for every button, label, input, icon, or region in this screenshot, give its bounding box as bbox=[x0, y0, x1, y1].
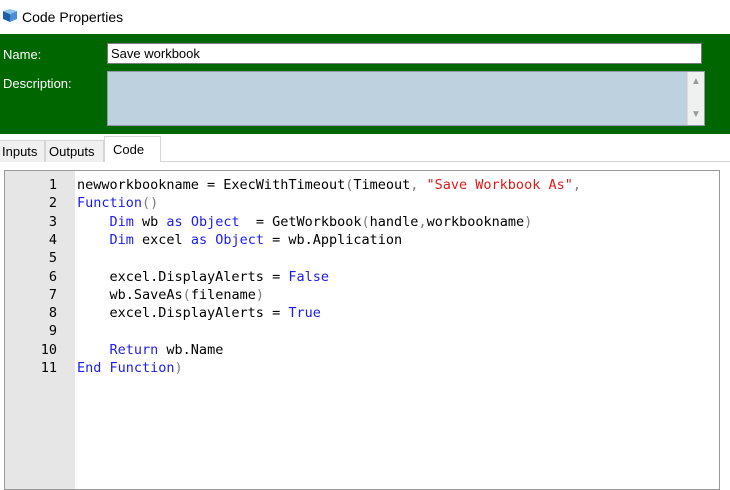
code-line[interactable]: 4 Dim excel as Object = wb.Application bbox=[5, 231, 719, 249]
code-text: newworkbookname = ExecWithTimeout(Timeou… bbox=[77, 176, 581, 194]
description-label: Description: bbox=[3, 76, 72, 91]
line-number: 2 bbox=[48, 195, 57, 212]
code-line[interactable]: 3 Dim wb as Object = GetWorkbook(handle,… bbox=[5, 213, 719, 231]
code-string: "Save Workbook As" bbox=[426, 177, 573, 193]
code-line[interactable]: 8 excel.DisplayAlerts = True bbox=[5, 304, 719, 322]
line-number: 6 bbox=[48, 268, 57, 285]
code-token: ) bbox=[524, 213, 533, 230]
code-text: excel.DisplayAlerts = False bbox=[77, 268, 329, 286]
code-keyword: Dim bbox=[109, 213, 134, 230]
code-token: = GetWorkbook bbox=[239, 213, 362, 230]
line-number: 3 bbox=[48, 213, 57, 230]
line-number: 7 bbox=[48, 286, 57, 303]
description-textarea[interactable]: ▲ ▼ bbox=[107, 71, 705, 126]
window-title: Code Properties bbox=[22, 9, 124, 25]
line-number: 8 bbox=[48, 305, 57, 322]
code-text: Dim excel as Object = wb.Application bbox=[77, 231, 403, 249]
code-line[interactable]: 2 Function() bbox=[5, 194, 719, 212]
line-number: 10 bbox=[40, 341, 57, 358]
title-bar: Code Properties bbox=[0, 0, 730, 34]
code-keyword: Return bbox=[109, 341, 159, 358]
code-token: ( bbox=[361, 213, 370, 230]
code-token: filename bbox=[190, 286, 256, 303]
code-keyword: True bbox=[288, 305, 321, 322]
line-number: 5 bbox=[48, 250, 57, 267]
code-line[interactable]: 9 bbox=[5, 322, 719, 340]
scroll-up-icon[interactable]: ▲ bbox=[688, 73, 704, 91]
code-token: , bbox=[418, 213, 427, 230]
line-number: 9 bbox=[48, 323, 57, 340]
code-keyword: False bbox=[288, 268, 329, 285]
code-line[interactable]: 11 End Function) bbox=[5, 359, 719, 377]
tab-code[interactable]: Code bbox=[104, 136, 161, 162]
code-keyword: Object bbox=[215, 231, 264, 248]
code-line[interactable]: 10 Return wb.Name bbox=[5, 341, 719, 359]
name-input[interactable] bbox=[107, 43, 702, 64]
code-token: workbookname bbox=[426, 213, 525, 230]
tab-strip: Inputs Outputs Code bbox=[0, 134, 730, 162]
code-keyword: Dim bbox=[109, 231, 134, 248]
code-token: , bbox=[572, 177, 581, 193]
tab-outputs[interactable]: Outputs bbox=[45, 140, 104, 162]
code-text: Function() bbox=[77, 194, 158, 212]
code-token: ) bbox=[174, 360, 183, 376]
code-token: wb.SaveAs bbox=[77, 286, 183, 303]
code-text: End Function) bbox=[77, 359, 183, 377]
code-token: excel.DisplayAlerts = bbox=[77, 268, 289, 285]
code-keyword: as bbox=[166, 213, 183, 230]
code-keyword: Object bbox=[190, 213, 240, 230]
code-token: handle bbox=[369, 213, 419, 230]
blue-prism-icon bbox=[3, 9, 17, 22]
name-label: Name: bbox=[3, 47, 42, 62]
code-line[interactable]: 7 wb.SaveAs(filename) bbox=[5, 286, 719, 304]
description-scrollbar[interactable]: ▲ ▼ bbox=[687, 72, 704, 125]
code-token: wb bbox=[133, 213, 167, 230]
code-token: Timeout bbox=[353, 177, 411, 193]
code-keyword: as bbox=[190, 231, 208, 248]
code-keyword: Function bbox=[77, 195, 143, 212]
code-token: ) bbox=[255, 286, 264, 303]
code-token: excel.DisplayAlerts = bbox=[77, 305, 289, 322]
code-text: Dim wb as Object = GetWorkbook(handle,wo… bbox=[77, 213, 533, 231]
code-line[interactable]: 5 bbox=[5, 249, 719, 267]
code-editor[interactable]: 1 newworkbookname = ExecWithTimeout(Timeo… bbox=[4, 170, 720, 490]
line-number: 11 bbox=[40, 360, 57, 376]
code-token: = wb.Application bbox=[264, 231, 403, 248]
code-token: ( bbox=[182, 286, 191, 303]
code-token: wb.Name bbox=[158, 341, 224, 358]
line-number: 4 bbox=[48, 231, 57, 248]
code-text: excel.DisplayAlerts = True bbox=[77, 304, 321, 322]
code-token: , bbox=[410, 177, 427, 193]
code-token: newworkbookname = ExecWithTimeout bbox=[77, 177, 346, 193]
code-keyword: End Function bbox=[77, 360, 175, 376]
scroll-down-icon[interactable]: ▼ bbox=[688, 106, 704, 124]
tab-inputs[interactable]: Inputs bbox=[0, 140, 45, 162]
code-token: excel bbox=[133, 231, 191, 248]
code-line[interactable]: 1 newworkbookname = ExecWithTimeout(Timeo… bbox=[5, 176, 719, 194]
code-text: Return wb.Name bbox=[77, 341, 224, 359]
code-line[interactable]: 6 excel.DisplayAlerts = False bbox=[5, 268, 719, 286]
line-number: 1 bbox=[48, 177, 57, 193]
code-text: wb.SaveAs(filename) bbox=[77, 286, 264, 304]
code-token: () bbox=[142, 195, 159, 212]
